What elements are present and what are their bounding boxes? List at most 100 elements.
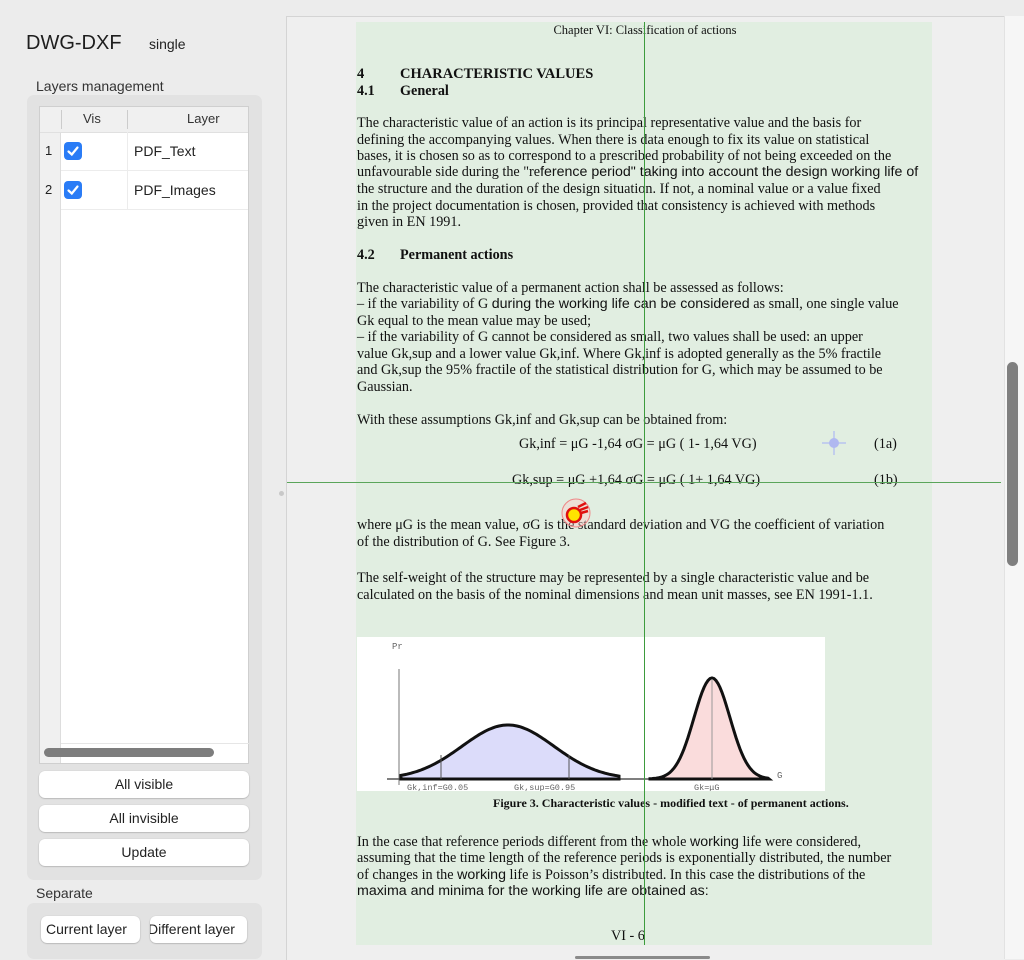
label-gk-inf: Gk,inf=G0.05: [407, 783, 468, 791]
label-gk-sup: Gk,sup=G0.95: [514, 783, 575, 791]
text-segment: given in EN 1991.: [357, 214, 462, 230]
text-segment: and Gk,sup the 95% fractile of the stati…: [357, 362, 883, 378]
text-segment: ference period" taking into account the …: [540, 164, 919, 180]
table-header: Vis Layer: [40, 107, 248, 133]
text-segment: bases, it is chosen so as to correspond …: [357, 148, 892, 164]
page-header: Chapter VI: Classification of actions: [0, 22, 1024, 38]
separate-label: Separate: [36, 885, 93, 901]
text-segment: maxima and minima for the working life a…: [357, 883, 709, 899]
text-segment: – if the variability of G cannot be cons…: [357, 329, 863, 345]
text-line: unfavourable side during the "reference …: [357, 164, 918, 180]
text-line: The characteristic value of an action is…: [357, 115, 861, 131]
text-line: maxima and minima for the working life a…: [357, 883, 709, 899]
text-segment: unfavourable side during the "re: [357, 164, 541, 180]
layer-name: PDF_Images: [134, 182, 216, 198]
text-segment: – if the variability of G: [357, 296, 492, 312]
text-segment: In the case that reference periods diffe…: [357, 834, 690, 850]
layers-table: Vis Layer 1 PDF_Text 2 PDF_Images: [39, 106, 249, 764]
equation-1b: Gk,sup = μG +1,64 σG = μG ( 1+ 1,64 VG): [512, 472, 761, 488]
text-segment: working: [690, 834, 739, 850]
text-segment: The characteristic value of an action is…: [357, 115, 862, 131]
visibility-checkbox[interactable]: [64, 142, 82, 160]
text-line: where μG is the mean value, σG is the st…: [357, 517, 884, 533]
text-segment: With these assumptions Gk,inf and Gk,sup…: [357, 412, 728, 428]
equation-1a-number: (1a): [874, 436, 897, 452]
text-segment: The self-weight of the structure may be …: [357, 570, 870, 586]
update-button[interactable]: Update: [39, 839, 249, 866]
text-segment: working: [457, 867, 506, 883]
subheading-general: General: [400, 83, 449, 99]
text-line: in the project documentation is chosen, …: [357, 198, 875, 214]
crosshair-horizontal: [287, 482, 1001, 483]
column-header-layer[interactable]: Layer: [187, 111, 220, 126]
distribution-curve-narrow: [648, 676, 774, 781]
figure-caption: Figure 3. Characteristic values - modifi…: [493, 796, 849, 810]
table-row[interactable]: 2 PDF_Images: [40, 171, 248, 210]
column-header-vis[interactable]: Vis: [83, 111, 101, 126]
text-line: value Gk,sup and a lower value Gk,inf. W…: [357, 346, 881, 362]
distribution-curve-wide: [399, 723, 621, 781]
cell-divider: [127, 171, 128, 210]
row-divider: [61, 209, 248, 210]
text-line: of the distribution of G. See Figure 3.: [357, 534, 570, 550]
mode-label: single: [149, 36, 186, 52]
different-layer-button[interactable]: Different layer: [150, 916, 247, 943]
text-line: given in EN 1991.: [357, 214, 461, 230]
text-segment: calculated on the basis of the nominal d…: [357, 587, 873, 603]
text-segment: as small, one single value: [749, 296, 899, 312]
text-line: In the case that reference periods diffe…: [357, 834, 861, 850]
text-segment: in the project documentation is chosen, …: [357, 198, 876, 214]
text-segment: the structure and the duration of the de…: [357, 181, 881, 197]
text-segment: life were considered,: [738, 834, 862, 850]
label-gk-mean: Gk=μG: [694, 783, 720, 791]
visibility-checkbox[interactable]: [64, 181, 82, 199]
checkmark-icon: [67, 185, 79, 196]
table-row[interactable]: 1 PDF_Text: [40, 132, 248, 171]
all-invisible-button[interactable]: All invisible: [39, 805, 249, 832]
heading-number: 4: [357, 66, 365, 82]
vertical-scrollbar[interactable]: [1007, 362, 1018, 566]
text-segment: value Gk,sup and a lower value Gk,inf. W…: [357, 346, 882, 362]
all-visible-button[interactable]: All visible: [39, 771, 249, 798]
row-number: 1: [45, 143, 53, 158]
column-separator: [127, 110, 128, 129]
text-segment: assuming that the time length of the ref…: [357, 850, 892, 866]
x-axis-label: G: [777, 771, 782, 781]
checkmark-icon: [67, 146, 79, 157]
y-axis-label: Pr: [392, 642, 403, 652]
text-segment: Gk equal to the mean value may be used;: [357, 313, 592, 329]
crosshair-vertical: [644, 22, 645, 945]
text-segment: Gaussian.: [357, 379, 413, 395]
text-line: bases, it is chosen so as to correspond …: [357, 148, 891, 164]
horizontal-scroll-track: [61, 743, 249, 744]
equation-1a: Gk,inf = μG -1,64 σG = μG ( 1- 1,64 VG): [519, 436, 757, 452]
page-footer: VI - 6: [611, 928, 645, 944]
layers-management-label: Layers management: [36, 78, 164, 94]
heading-characteristic-values: CHARACTERISTIC VALUES: [400, 66, 594, 82]
text-segment: where μG is the mean value, σG is the st…: [357, 517, 885, 533]
current-layer-button[interactable]: Current layer: [41, 916, 140, 943]
text-line: – if the variability of G during the wor…: [357, 296, 899, 312]
text-line: assuming that the time length of the ref…: [357, 850, 891, 866]
text-line: the structure and the duration of the de…: [357, 181, 881, 197]
text-line: With these assumptions Gk,inf and Gk,sup…: [357, 412, 727, 428]
horizontal-scrollbar[interactable]: [44, 748, 214, 757]
subheading-number: 4.2: [357, 247, 375, 263]
layer-name: PDF_Text: [134, 143, 196, 159]
figure-3-chart: Pr G Gk,inf=G0.05 Gk,sup=G0.95 Gk=μG: [357, 637, 825, 793]
text-segment: defining the accompanying values. When t…: [357, 132, 870, 148]
splitter-handle[interactable]: [279, 491, 284, 496]
text-line: of changes in the working life is Poisso…: [357, 867, 865, 883]
text-line: The characteristic value of a permanent …: [357, 280, 784, 296]
text-segment: life is Poisson’s distributed. In this c…: [505, 867, 866, 883]
equation-1b-number: (1b): [874, 472, 898, 488]
subheading-permanent-actions: Permanent actions: [400, 247, 514, 263]
text-line: calculated on the basis of the nominal d…: [357, 587, 873, 603]
text-segment: The characteristic value of a permanent …: [357, 280, 784, 296]
text-line: Gaussian.: [357, 379, 413, 395]
subheading-number: 4.1: [357, 83, 375, 99]
cursor-pointer-icon: [561, 498, 591, 528]
target-marker-icon: [822, 431, 846, 455]
cell-divider: [127, 132, 128, 171]
text-segment: of changes in the: [357, 867, 458, 883]
